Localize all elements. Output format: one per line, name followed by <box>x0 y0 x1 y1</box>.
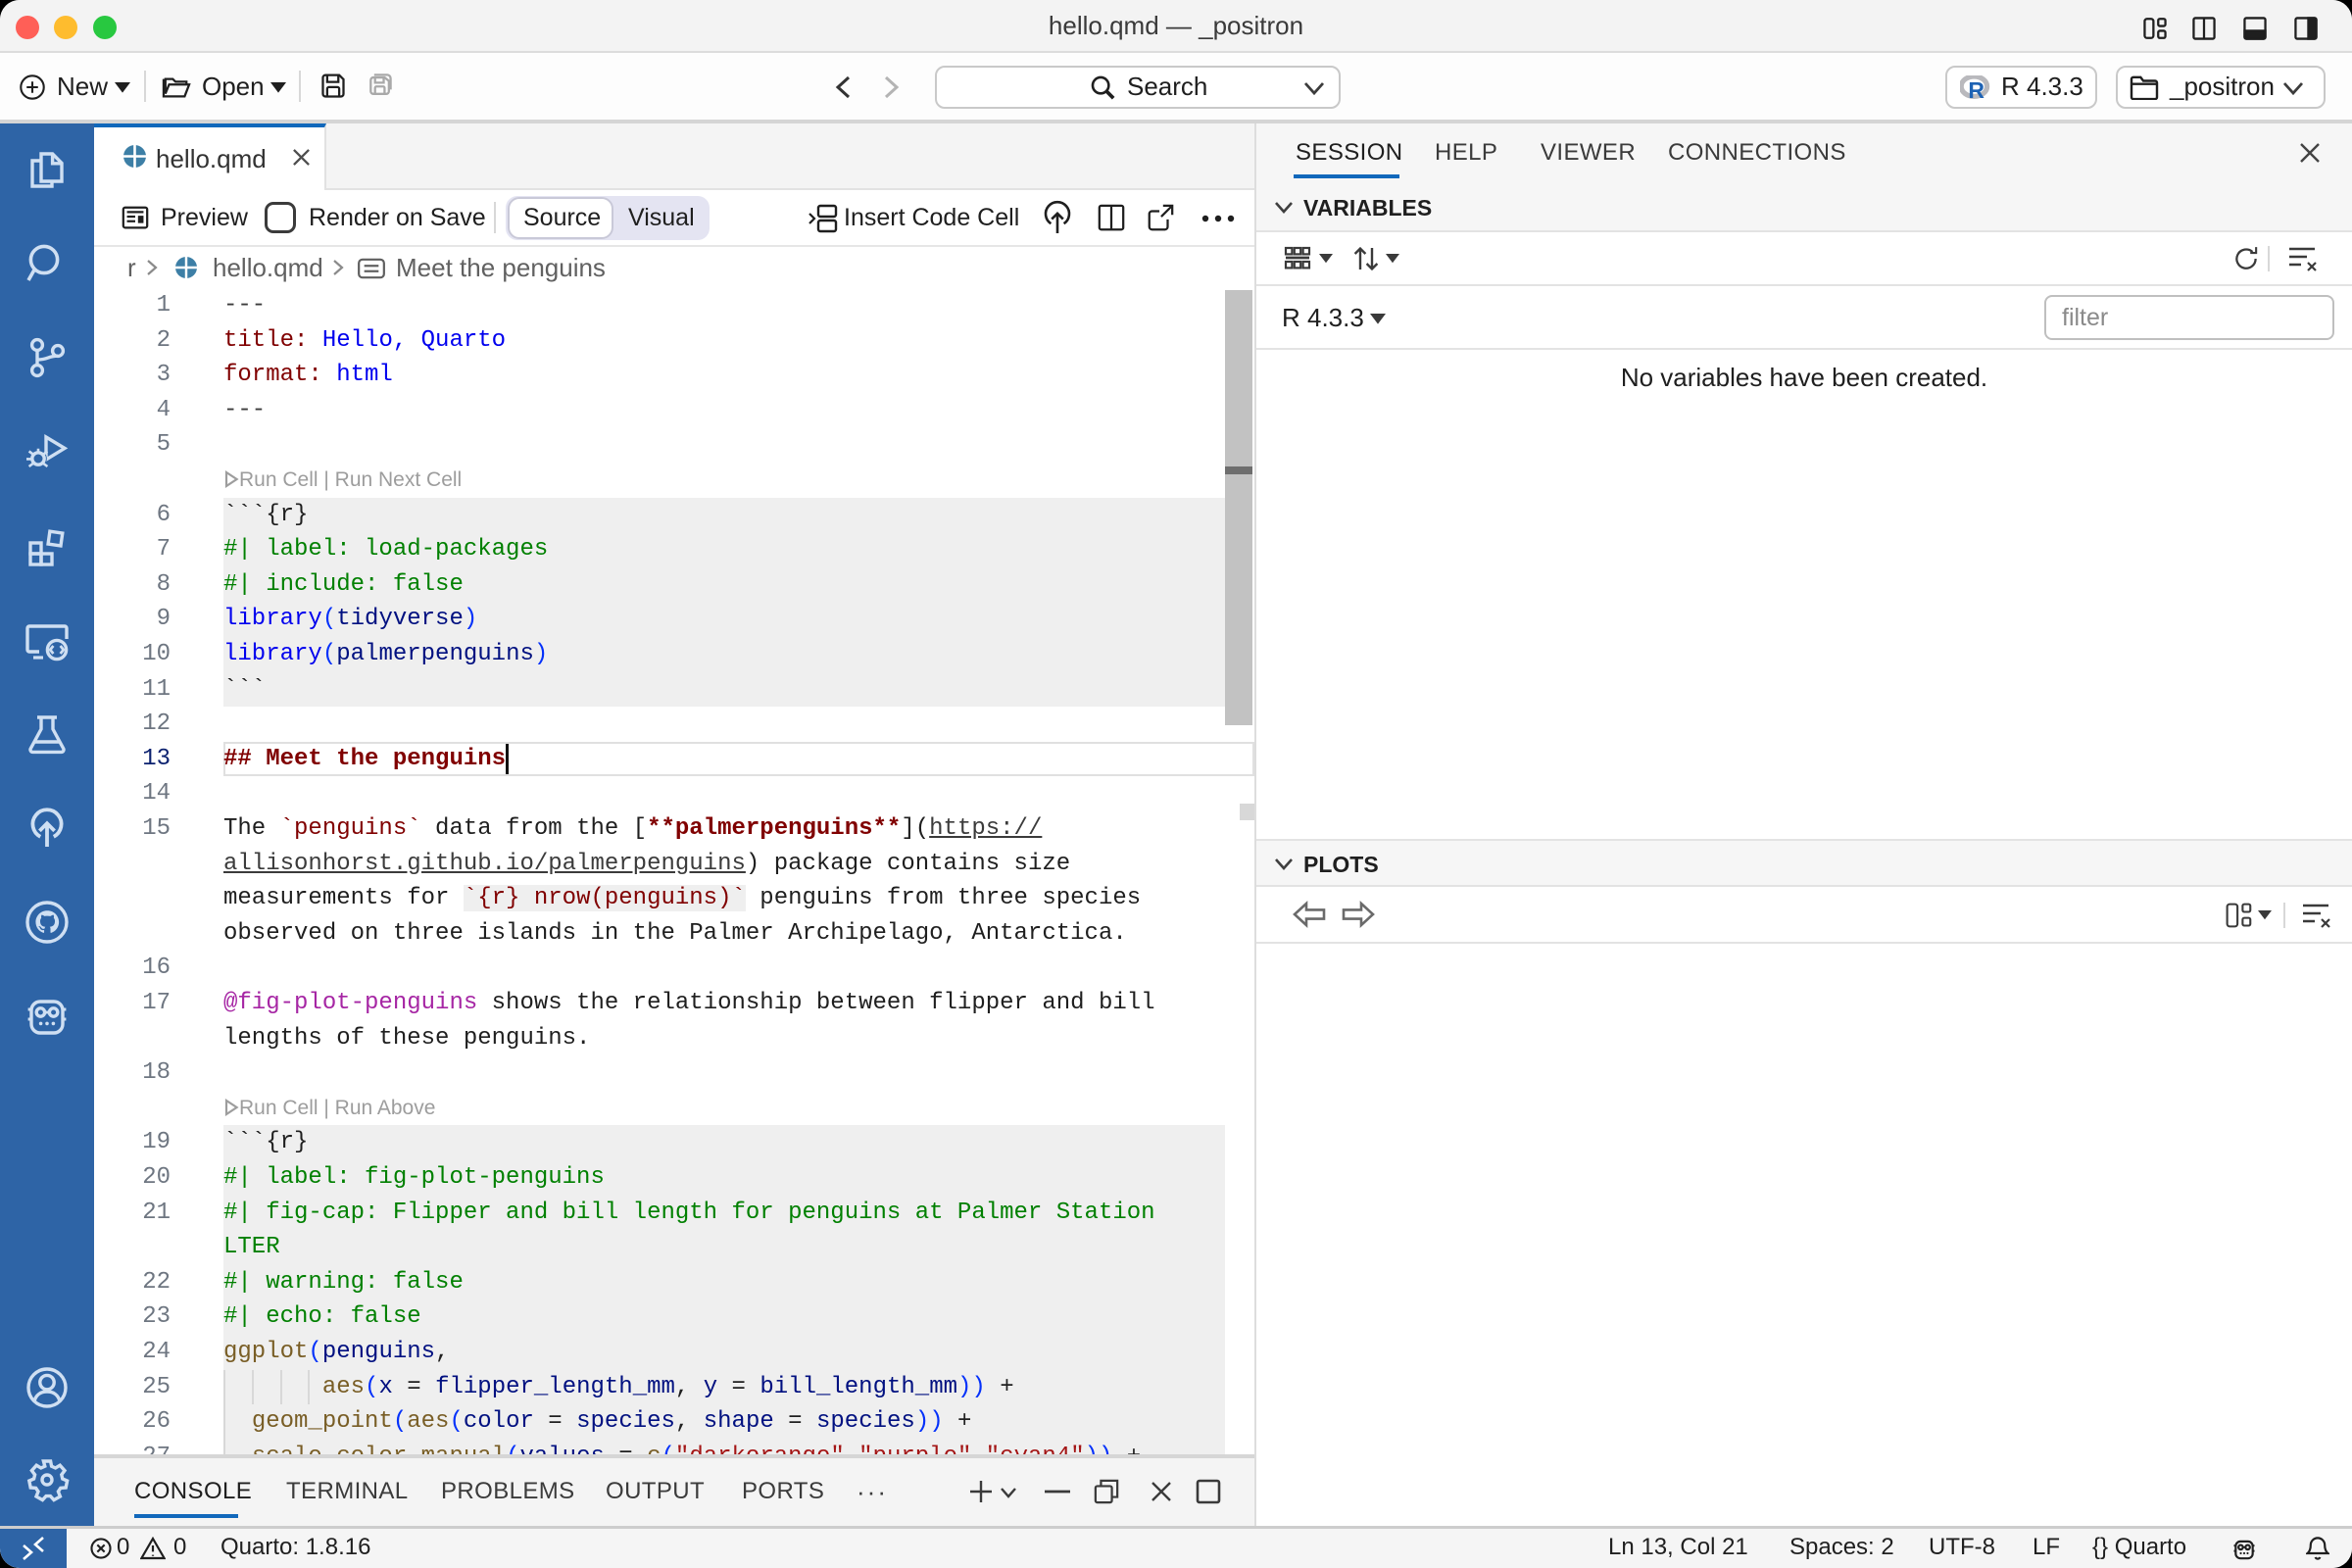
svg-text:R: R <box>1968 77 1984 101</box>
